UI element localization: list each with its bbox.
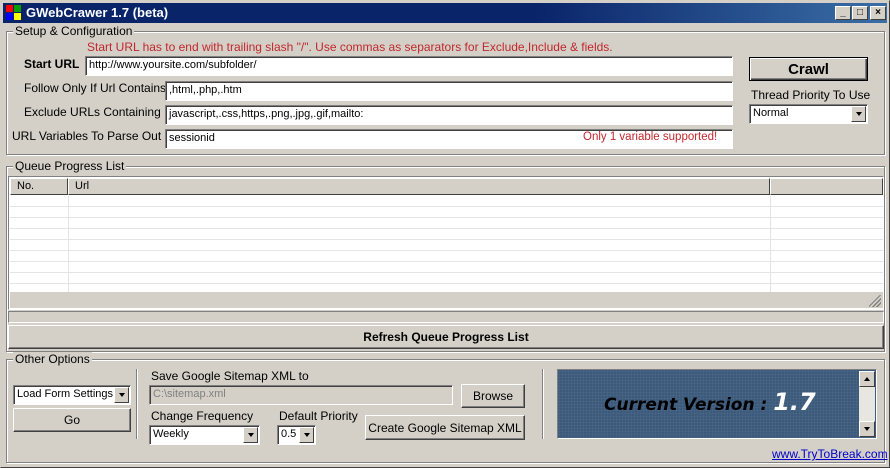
follow-only-label: Follow Only If Url Contains <box>24 81 167 95</box>
default-priority-label: Default Priority <box>279 409 358 423</box>
queue-list[interactable]: No. Url <box>8 176 884 310</box>
website-link[interactable]: www.TryToBreak.com <box>772 447 888 461</box>
horizontal-scrollbar[interactable] <box>10 292 883 308</box>
scroll-down-icon[interactable] <box>859 421 875 437</box>
main-window: GWebCrawer 1.7 (beta) _ □ × Setup & Conf… <box>0 0 890 468</box>
queue-legend: Queue Progress List <box>13 159 127 173</box>
column-header-url[interactable]: Url <box>68 178 770 195</box>
exclude-label: Exclude URLs Containing <box>24 105 161 119</box>
go-button[interactable]: Go <box>13 408 131 432</box>
chevron-down-icon[interactable] <box>243 427 258 443</box>
minimize-button[interactable]: _ <box>835 6 851 20</box>
title-bar[interactable]: GWebCrawer 1.7 (beta) _ □ × <box>3 3 887 23</box>
version-panel: Current Version : 1.7 <box>557 369 877 439</box>
separator <box>542 369 544 439</box>
sitemap-path-input[interactable]: C:\sitemap.xml <box>149 385 453 405</box>
window-title: GWebCrawer 1.7 (beta) <box>26 5 169 20</box>
exclude-input[interactable]: javascript,.css,https,.png,.jpg,.gif,mai… <box>165 105 733 125</box>
column-divider <box>770 196 771 293</box>
options-legend: Other Options <box>13 352 92 366</box>
follow-only-input[interactable]: ,html,.php,.htm <box>165 81 733 101</box>
change-frequency-value: Weekly <box>153 428 189 440</box>
column-header-extra[interactable] <box>770 178 883 195</box>
vertical-scrollbar[interactable] <box>859 371 875 437</box>
thread-priority-select[interactable]: Normal <box>749 104 868 124</box>
close-button[interactable]: × <box>870 6 886 20</box>
change-frequency-label: Change Frequency <box>151 409 254 423</box>
column-header-no[interactable]: No. <box>10 178 68 195</box>
create-sitemap-button[interactable]: Create Google Sitemap XML <box>365 415 525 440</box>
version-prefix: Current Version : <box>604 395 768 415</box>
url-vars-hint: Only 1 variable supported! <box>583 131 718 143</box>
column-divider <box>68 196 69 293</box>
url-vars-label: URL Variables To Parse Out <box>12 129 162 143</box>
queue-status-bar <box>8 311 884 323</box>
thread-priority-label: Thread Priority To Use <box>751 88 871 102</box>
change-frequency-select[interactable]: Weekly <box>149 425 260 445</box>
list-grid <box>10 196 883 293</box>
default-priority-value: 0.5 <box>281 428 297 440</box>
default-priority-select[interactable]: 0.5 <box>277 425 316 445</box>
thread-priority-value: Normal <box>753 107 789 119</box>
setup-notice: Start URL has to end with trailing slash… <box>87 40 613 54</box>
chevron-down-icon[interactable] <box>114 387 129 403</box>
resize-grip-icon[interactable] <box>869 295 881 307</box>
version-number: 1.7 <box>773 388 816 416</box>
maximize-button[interactable]: □ <box>852 6 868 20</box>
refresh-queue-button[interactable]: Refresh Queue Progress List <box>8 325 884 349</box>
crawl-button[interactable]: Crawl <box>749 57 868 81</box>
form-settings-select[interactable]: Load Form Settings <box>13 385 131 405</box>
app-icon <box>6 5 22 21</box>
sitemap-path-label: Save Google Sitemap XML to <box>151 369 309 383</box>
setup-legend: Setup & Configuration <box>13 24 135 38</box>
start-url-label: Start URL <box>24 57 80 71</box>
scroll-up-icon[interactable] <box>859 371 875 387</box>
separator <box>136 369 138 439</box>
start-url-input[interactable]: http://www.yoursite.com/subfolder/ <box>85 56 733 76</box>
version-display: Current Version : 1.7 <box>604 388 816 416</box>
chevron-down-icon[interactable] <box>299 427 314 443</box>
chevron-down-icon[interactable] <box>851 106 866 122</box>
form-settings-value: Load Form Settings <box>17 388 113 400</box>
browse-button[interactable]: Browse <box>461 384 525 408</box>
